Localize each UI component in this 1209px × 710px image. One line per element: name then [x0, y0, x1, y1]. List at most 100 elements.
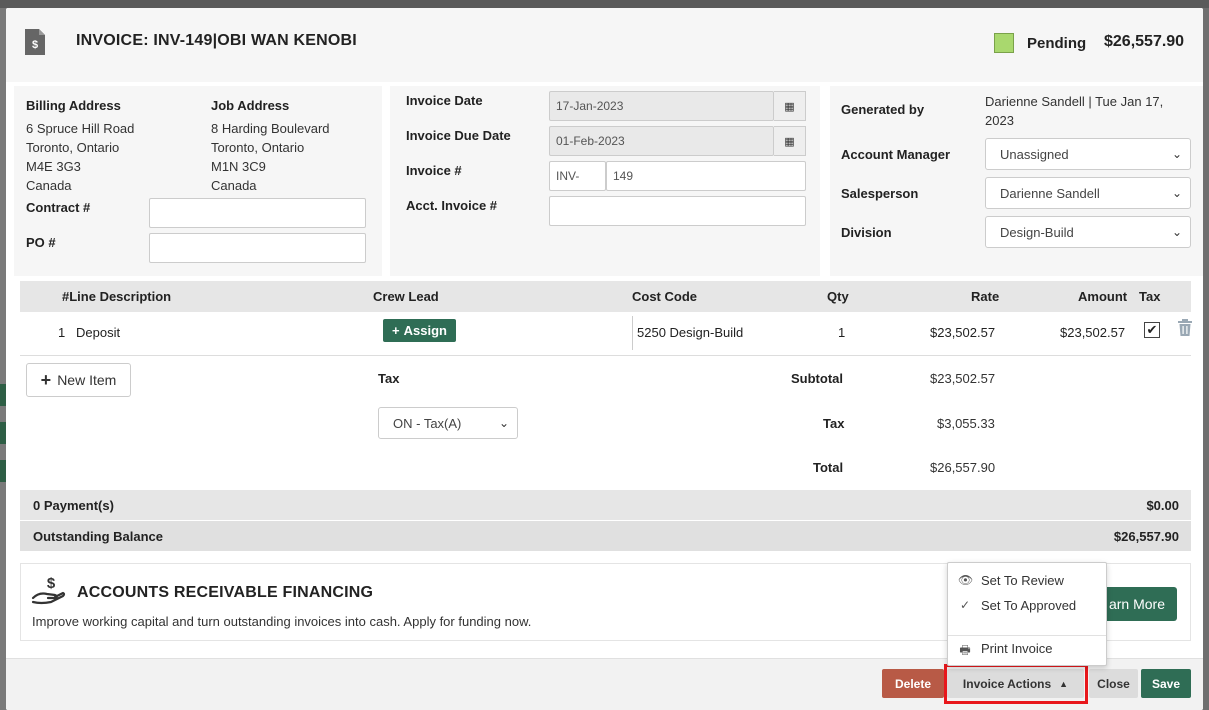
delete-button[interactable]: Delete: [882, 669, 944, 698]
acct-invoice-label: Acct. Invoice #: [406, 198, 498, 213]
division-select[interactable]: Design-Build ⌄: [985, 216, 1191, 248]
row-cost-code[interactable]: 5250 Design-Build: [637, 325, 743, 340]
account-manager-select[interactable]: Unassigned ⌄: [985, 138, 1191, 170]
outstanding-row: Outstanding Balance $26,557.90: [20, 521, 1191, 551]
row-amount: $23,502.57: [1060, 325, 1126, 340]
payments-row: 0 Payment(s) $0.00: [20, 490, 1191, 520]
assign-button[interactable]: + Assign: [383, 319, 456, 342]
due-date-label: Invoice Due Date: [406, 128, 511, 143]
payments-value: $0.00: [1146, 498, 1179, 513]
invoice-prefix: INV-: [549, 161, 606, 191]
save-button[interactable]: Save: [1141, 669, 1191, 698]
new-item-label: New Item: [57, 372, 117, 388]
due-date-input[interactable]: 01-Feb-2023: [549, 126, 774, 156]
plus-icon: +: [392, 323, 400, 338]
tax-checkbox[interactable]: ✔: [1144, 322, 1160, 338]
col-crew-lead: Crew Lead: [373, 289, 439, 304]
plus-icon: +: [40, 369, 52, 390]
menu-item-print-invoice[interactable]: 🖶 Print Invoice: [948, 638, 1106, 660]
salesperson-select[interactable]: Darienne Sandell ⌄: [985, 177, 1191, 209]
menu-item-set-to-review[interactable]: 👁 Set To Review: [948, 570, 1106, 592]
invoice-modal: $ INVOICE: INV-149|OBI WAN KENOBI Pendin…: [6, 8, 1203, 710]
menu-divider: [948, 635, 1106, 636]
po-label: PO #: [26, 235, 56, 250]
cost-code-divider: [632, 316, 633, 350]
tax-amount-value: $3,055.33: [937, 416, 995, 431]
chevron-down-icon: ⌄: [1171, 225, 1182, 239]
division-label: Division: [841, 225, 892, 240]
contract-label: Contract #: [26, 200, 91, 215]
status-color-swatch: [994, 33, 1014, 53]
billing-line: Canada: [26, 178, 72, 193]
billing-line: Toronto, Ontario: [26, 140, 120, 155]
new-item-button[interactable]: + New Item: [26, 363, 131, 397]
row-qty[interactable]: 1: [838, 325, 845, 340]
eye-icon: 👁: [958, 573, 974, 587]
billing-line: 6 Spruce Hill Road: [26, 121, 135, 136]
check-icon: ✓: [959, 598, 971, 612]
subtotal-value: $23,502.57: [930, 371, 996, 386]
po-input[interactable]: [149, 233, 366, 263]
status-label: Pending: [1027, 35, 1087, 52]
ar-financing-description: Improve working capital and turn outstan…: [32, 614, 532, 629]
menu-item-label: Print Invoice: [981, 641, 1053, 656]
header-total: $26,557.90: [1104, 33, 1185, 50]
row-description[interactable]: Deposit: [76, 325, 120, 340]
contract-input[interactable]: [149, 198, 366, 228]
job-line: Canada: [211, 178, 257, 193]
svg-text:$: $: [32, 39, 38, 51]
chevron-down-icon: ⌄: [1171, 186, 1182, 200]
col-line-description: #Line Description: [62, 289, 172, 304]
col-amount: Amount: [1078, 289, 1128, 304]
salesperson-label: Salesperson: [841, 186, 919, 201]
line-items-header: #Line Description Crew Lead Cost Code Qt…: [20, 281, 1191, 312]
calendar-icon[interactable]: ▦: [774, 91, 806, 121]
invoice-actions-menu: 👁 Set To Review ✓ Set To Approved 🖶 Prin…: [947, 562, 1107, 666]
close-button[interactable]: Close: [1089, 669, 1138, 698]
invoice-title: INVOICE: INV-149|OBI WAN KENOBI: [76, 32, 357, 49]
account-manager-value: Unassigned: [1000, 146, 1069, 162]
total-label: Total: [813, 460, 844, 475]
table-row: 1 Deposit + Assign 5250 Design-Build 1 $…: [20, 312, 1194, 356]
chevron-down-icon: ⌄: [1171, 147, 1182, 161]
invoice-dates-panel: Invoice Date 17-Jan-2023 ▦ Invoice Due D…: [390, 86, 820, 276]
generated-by-line: 2023: [985, 113, 1014, 128]
modal-header: $ INVOICE: INV-149|OBI WAN KENOBI Pendin…: [6, 8, 1203, 82]
job-address-label: Job Address: [211, 98, 290, 113]
meta-panel: Generated by Darienne Sandell | Tue Jan …: [830, 86, 1203, 276]
trash-icon[interactable]: [1176, 317, 1194, 337]
tax-amount-label: Tax: [823, 416, 845, 431]
acct-invoice-input[interactable]: [549, 196, 806, 226]
col-qty: Qty: [827, 289, 849, 304]
salesperson-value: Darienne Sandell: [1000, 185, 1100, 201]
printer-icon: 🖶: [959, 643, 971, 657]
menu-item-label: Set To Approved: [981, 598, 1077, 613]
billing-line: M4E 3G3: [26, 159, 81, 174]
invoice-date-input[interactable]: 17-Jan-2023: [549, 91, 774, 121]
tax-label: Tax: [378, 371, 400, 386]
invoice-document-icon: $: [25, 29, 45, 55]
highlight-box: [944, 664, 1088, 704]
generated-by-value: Darienne Sandell | Tue Jan 17, 2023: [985, 92, 1185, 130]
job-address: 8 Harding Boulevard Toronto, Ontario M1N…: [211, 119, 330, 195]
row-rate[interactable]: $23,502.57: [930, 325, 995, 340]
total-value: $26,557.90: [930, 460, 996, 475]
generated-by-label: Generated by: [841, 102, 925, 117]
billing-address: 6 Spruce Hill Road Toronto, Ontario M4E …: [26, 119, 134, 195]
menu-item-set-to-approved[interactable]: ✓ Set To Approved: [948, 595, 1106, 617]
assign-label: Assign: [403, 323, 447, 338]
tax-select[interactable]: ON - Tax(A) ⌄: [378, 407, 518, 439]
outstanding-value: $26,557.90: [1113, 529, 1179, 544]
backdrop-top: [0, 0, 1209, 8]
svg-text:$: $: [47, 575, 56, 592]
job-line: 8 Harding Boulevard: [211, 121, 330, 136]
invoice-number-input[interactable]: 149: [606, 161, 806, 191]
calendar-icon[interactable]: ▦: [774, 126, 806, 156]
col-rate: Rate: [971, 289, 1000, 304]
account-manager-label: Account Manager: [841, 147, 951, 162]
row-number: 1: [58, 325, 66, 340]
tax-select-value: ON - Tax(A): [393, 415, 462, 431]
division-value: Design-Build: [1000, 224, 1074, 240]
col-tax: Tax: [1139, 289, 1161, 304]
job-line: Toronto, Ontario: [211, 140, 305, 155]
